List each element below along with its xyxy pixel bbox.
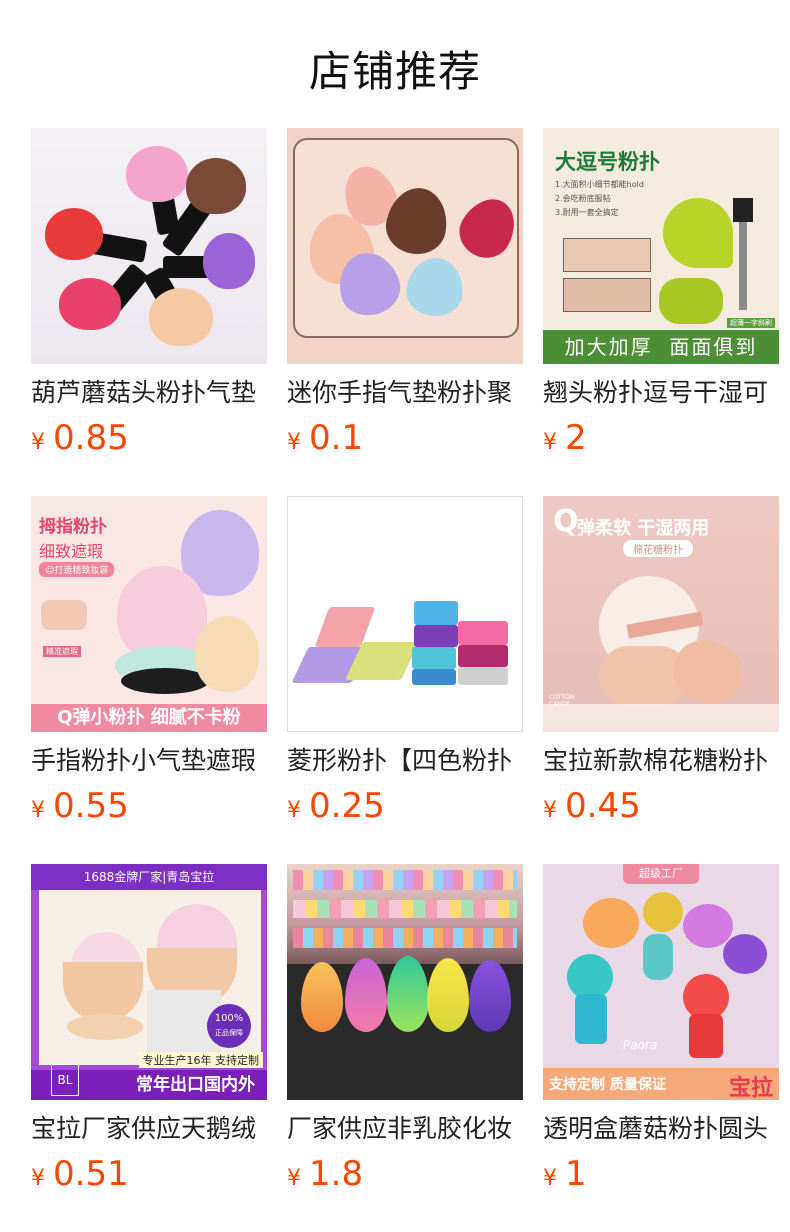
image-header: 超级工厂: [623, 864, 699, 884]
product-image[interactable]: [287, 128, 523, 364]
price-value: 2: [565, 418, 587, 458]
image-tag: 超薄一字斜刷: [727, 318, 775, 328]
product-image[interactable]: 大逗号粉扑 1.大面积小细节都能hold 2.会吃粉底服帖 3.耐用一套全搞定 …: [543, 128, 779, 364]
product-image[interactable]: 拇指粉扑 细致遮瑕 ☺打造精致妆容 精准遮瑕 Q弹小粉扑 细腻不卡粉: [31, 496, 267, 732]
product-image[interactable]: Q 弹柔软 干湿两用 棉花糖粉扑 COTTON CANDY: [543, 496, 779, 732]
price-value: 0.55: [53, 786, 129, 826]
price-value: 0.51: [53, 1154, 129, 1194]
product-price: ¥1.8: [287, 1154, 523, 1194]
seal-text: 正品保障: [215, 1029, 243, 1037]
price-value: 1.8: [309, 1154, 364, 1194]
product-price: ¥0.1: [287, 418, 523, 458]
product-card[interactable]: Q 弹柔软 干湿两用 棉花糖粉扑 COTTON CANDY 宝拉新款棉花糖粉扑 …: [543, 496, 779, 826]
image-note: 精准遮瑕: [43, 646, 81, 657]
product-card[interactable]: 大逗号粉扑 1.大面积小细节都能hold 2.会吃粉底服帖 3.耐用一套全搞定 …: [543, 128, 779, 458]
product-name[interactable]: 透明盒蘑菇粉扑圆头: [543, 1112, 779, 1146]
currency-symbol: ¥: [31, 1166, 45, 1191]
currency-symbol: ¥: [287, 430, 301, 455]
image-title: 拇指粉扑: [39, 517, 107, 537]
product-price: ¥0.55: [31, 786, 267, 826]
band-text: 加大加厚: [564, 335, 653, 359]
image-band: 加大加厚 面面俱到: [543, 330, 779, 364]
product-name[interactable]: 葫芦蘑菇头粉扑气垫: [31, 376, 267, 410]
product-image[interactable]: [31, 128, 267, 364]
band-text: 支持定制 质量保证: [549, 1077, 666, 1093]
price-value: 0.25: [309, 786, 385, 826]
section-title: 店铺推荐: [308, 47, 481, 96]
product-card[interactable]: 迷你手指气垫粉扑聚 ¥0.1: [287, 128, 523, 458]
currency-symbol: ¥: [31, 430, 45, 455]
product-card[interactable]: 菱形粉扑【四色粉扑 ¥0.25: [287, 496, 523, 826]
product-card[interactable]: 葫芦蘑菇头粉扑气垫 ¥0.85: [31, 128, 267, 458]
product-name[interactable]: 菱形粉扑【四色粉扑: [287, 744, 523, 778]
product-image[interactable]: [287, 864, 523, 1100]
seal-text: 100%: [214, 1013, 244, 1024]
product-name[interactable]: 迷你手指气垫粉扑聚: [287, 376, 523, 410]
price-value: 0.85: [53, 418, 129, 458]
product-image[interactable]: 超级工厂 Paora 支持定制 质量保证 宝拉: [543, 864, 779, 1100]
currency-symbol: ¥: [543, 430, 557, 455]
image-header: 1688金牌厂家|青岛宝拉: [31, 864, 267, 890]
product-price: ¥0.25: [287, 786, 523, 826]
product-card[interactable]: 超级工厂 Paora 支持定制 质量保证 宝拉 透明盒蘑菇粉扑圆头 ¥1: [543, 864, 779, 1194]
image-band: Q弹小粉扑 细腻不卡粉: [31, 704, 267, 732]
band-brand: 宝拉: [728, 1076, 773, 1100]
product-name[interactable]: 宝拉厂家供应天鹅绒: [31, 1112, 267, 1146]
product-image[interactable]: [287, 496, 523, 732]
image-title: 大逗号粉扑: [555, 150, 660, 174]
image-subtitle: 棉花糖粉扑: [623, 540, 693, 557]
brand-logo: BL: [51, 1064, 79, 1096]
price-value: 0.1: [309, 418, 364, 458]
price-value: 1: [565, 1154, 587, 1194]
image-title: 弹柔软 干湿两用: [577, 518, 710, 539]
product-card[interactable]: 拇指粉扑 细致遮瑕 ☺打造精致妆容 精准遮瑕 Q弹小粉扑 细腻不卡粉 手指粉扑小…: [31, 496, 267, 826]
price-value: 0.45: [565, 786, 641, 826]
image-script: Paora: [623, 1038, 658, 1052]
image-caption: ☺打造精致妆容: [39, 562, 115, 577]
image-bullet: 3.耐用一套全搞定: [555, 208, 619, 217]
product-name[interactable]: 手指粉扑小气垫遮瑕: [31, 744, 267, 778]
product-price: ¥1: [543, 1154, 779, 1194]
image-band: 支持定制 质量保证 宝拉: [543, 1068, 779, 1100]
image-bullets: 1.大面积小细节都能hold 2.会吃粉底服帖 3.耐用一套全搞定: [555, 178, 665, 220]
image-note: 专业生产16年 支持定制: [138, 1052, 263, 1068]
image-subtitle: 细致遮瑕: [39, 542, 104, 561]
product-card[interactable]: 1688金牌厂家|青岛宝拉 100% 正品保障 专业生产16年 支持定制 BL 常…: [31, 864, 267, 1194]
image-logo: Q: [553, 504, 579, 539]
product-card[interactable]: 厂家供应非乳胶化妆 ¥1.8: [287, 864, 523, 1194]
image-corner-text: COTTON CANDY: [549, 694, 575, 708]
product-price: ¥2: [543, 418, 779, 458]
currency-symbol: ¥: [31, 798, 45, 823]
product-price: ¥0.51: [31, 1154, 267, 1194]
image-bullet: 1.大面积小细节都能hold: [555, 180, 644, 189]
guarantee-seal: 100% 正品保障: [207, 1004, 251, 1048]
image-bullet: 2.会吃粉底服帖: [555, 194, 611, 203]
product-image[interactable]: 1688金牌厂家|青岛宝拉 100% 正品保障 专业生产16年 支持定制 BL 常…: [31, 864, 267, 1100]
currency-symbol: ¥: [287, 798, 301, 823]
product-name[interactable]: 翘头粉扑逗号干湿可: [543, 376, 779, 410]
product-price: ¥0.45: [543, 786, 779, 826]
currency-symbol: ¥: [287, 1166, 301, 1191]
product-price: ¥0.85: [31, 418, 267, 458]
band-text: 面面俱到: [669, 335, 758, 359]
product-name[interactable]: 宝拉新款棉花糖粉扑: [543, 744, 779, 778]
currency-symbol: ¥: [543, 1166, 557, 1191]
product-name[interactable]: 厂家供应非乳胶化妆: [287, 1112, 523, 1146]
currency-symbol: ¥: [543, 798, 557, 823]
